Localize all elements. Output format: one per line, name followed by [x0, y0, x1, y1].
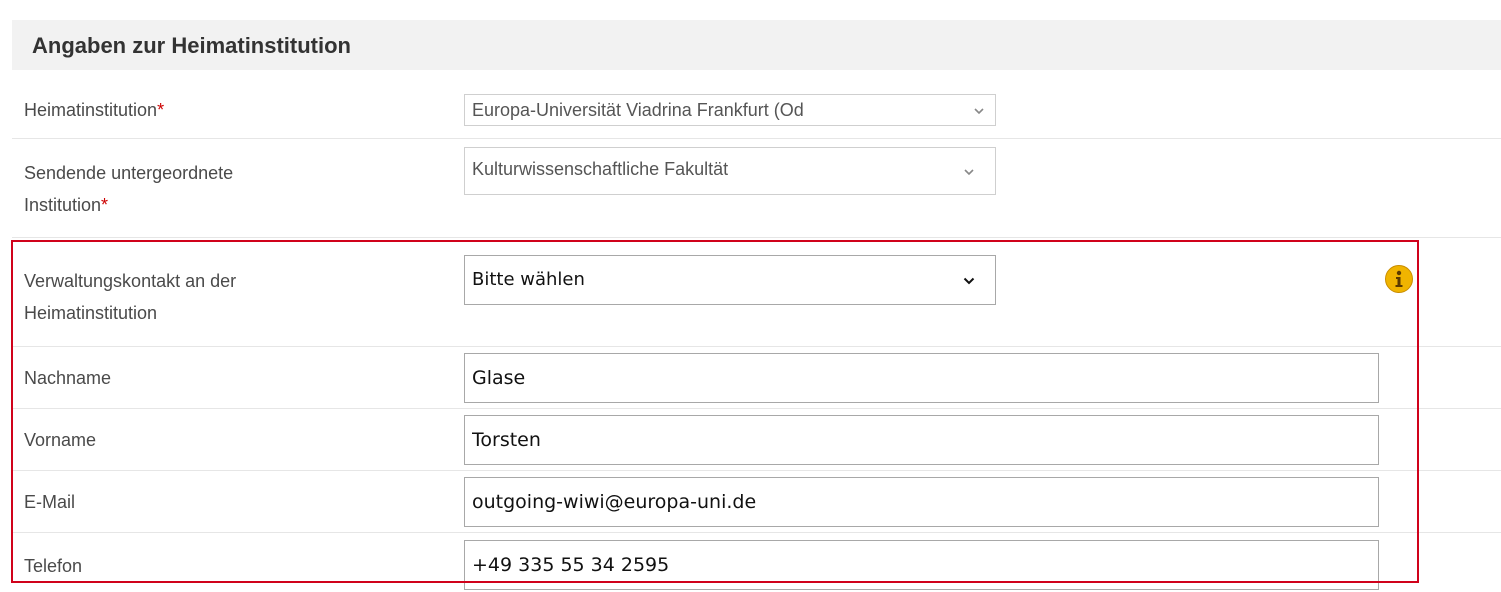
first-name-label: Vorname — [24, 430, 97, 450]
form-row-home-institution: Heimatinstitution* Europa-Universität Vi… — [12, 82, 1501, 139]
section-header: Angaben zur Heimatinstitution — [12, 20, 1501, 70]
email-input[interactable] — [464, 477, 1379, 527]
admin-contact-label: Verwaltungskontakt an der Heimatinstitut… — [24, 271, 237, 323]
admin-contact-select[interactable]: Bitte wählen — [464, 255, 996, 305]
form-row-admin-contact: Verwaltungskontakt an der Heimatinstitut… — [12, 243, 1501, 347]
form-row-phone: Telefon — [12, 533, 1501, 592]
last-name-label: Nachname — [24, 368, 112, 388]
form-row-last-name: Nachname — [12, 347, 1501, 409]
form-row-first-name: Vorname — [12, 409, 1501, 471]
home-institution-label: Heimatinstitution* — [24, 100, 165, 120]
sending-sub-institution-label: Sendende untergeordnete Institution* — [24, 163, 234, 215]
required-marker: * — [157, 100, 165, 120]
sending-sub-institution-select[interactable]: Kulturwissenschaftliche Fakultät — [464, 147, 996, 195]
required-marker: * — [101, 195, 109, 215]
phone-label: Telefon — [24, 556, 83, 576]
form-row-sending-sub-institution: Sendende untergeordnete Institution* Kul… — [12, 139, 1501, 238]
first-name-input[interactable] — [464, 415, 1379, 465]
chevron-down-icon — [964, 169, 974, 176]
home-institution-value: Europa-Universität Viadrina Frankfurt (O… — [472, 100, 804, 120]
section-title: Angaben zur Heimatinstitution — [32, 33, 351, 58]
chevron-down-icon — [974, 108, 984, 115]
chevron-down-icon — [963, 277, 975, 285]
phone-input[interactable] — [464, 540, 1379, 590]
last-name-input[interactable] — [464, 353, 1379, 403]
admin-contact-value: Bitte wählen — [472, 269, 585, 290]
home-institution-select[interactable]: Europa-Universität Viadrina Frankfurt (O… — [464, 94, 996, 126]
sending-sub-institution-value: Kulturwissenschaftliche Fakultät — [472, 159, 729, 179]
email-label: E-Mail — [24, 492, 76, 512]
info-icon[interactable] — [1384, 264, 1414, 294]
form-row-email: E-Mail — [12, 471, 1501, 533]
